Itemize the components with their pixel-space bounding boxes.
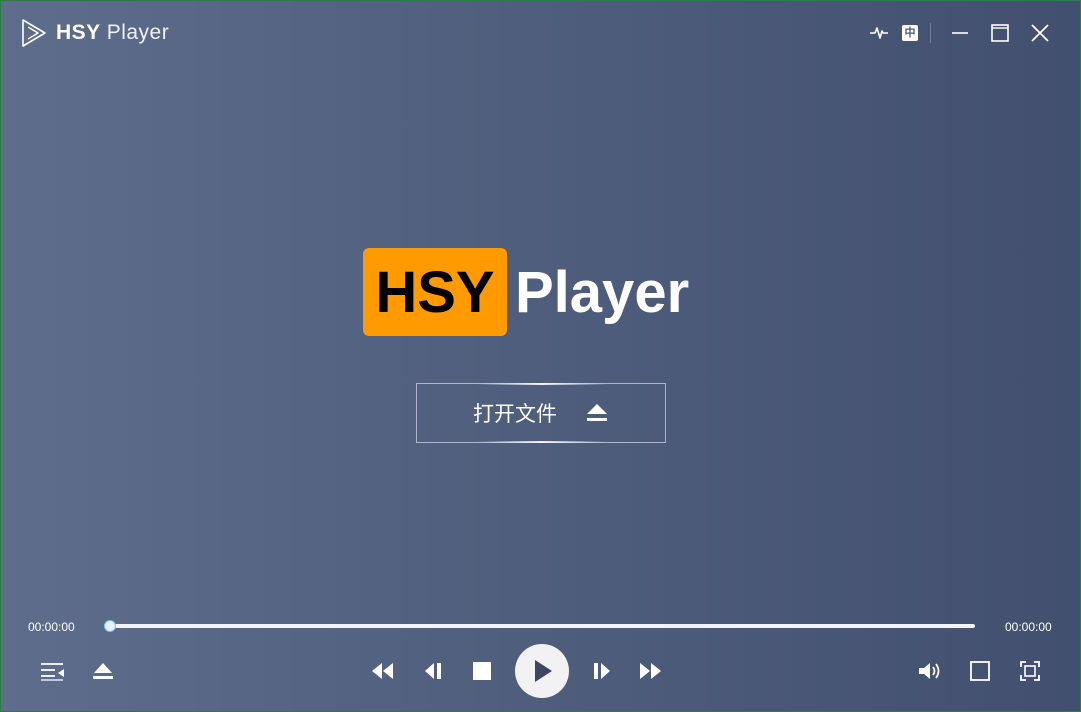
fast-forward-icon: [640, 663, 661, 679]
hero-logo-box: HSY: [363, 248, 507, 336]
title-bar[interactable]: HSY Player 中: [1, 1, 1080, 65]
open-file-label: 打开文件: [473, 402, 557, 426]
hero-logo: HSY Player: [363, 248, 689, 336]
eject-icon: [587, 404, 607, 421]
waveform-icon[interactable]: [867, 21, 891, 45]
player-window: HSY Player 中 HSY Player 打开文件 00:00:00 00…: [0, 0, 1081, 712]
stop-button[interactable]: [469, 658, 495, 684]
maximize-button[interactable]: [988, 21, 1012, 45]
minimize-icon: [952, 32, 968, 34]
fullscreen-button[interactable]: [1017, 658, 1043, 684]
app-title-bold: HSY: [56, 21, 101, 44]
titlebar-divider: [930, 23, 931, 43]
next-frame-icon: [594, 663, 610, 679]
app-title: HSY Player: [56, 21, 169, 45]
progress-thumb[interactable]: [104, 620, 116, 632]
fullscreen-icon: [1020, 661, 1040, 681]
stop-icon: [473, 662, 491, 680]
lang-label: 中: [902, 25, 918, 41]
maximize-icon: [991, 24, 1009, 42]
total-time: 00:00:00: [1005, 620, 1052, 634]
progress-track[interactable]: [109, 624, 975, 628]
previous-frame-button[interactable]: [419, 658, 447, 684]
chinese-language-icon[interactable]: 中: [898, 21, 922, 45]
window-mode-button[interactable]: [967, 658, 993, 684]
fast-forward-button[interactable]: [637, 658, 665, 684]
eject-button[interactable]: [89, 658, 117, 684]
playlist-icon: [41, 663, 64, 681]
eject-icon: [93, 663, 113, 679]
previous-frame-icon: [425, 663, 441, 679]
close-button[interactable]: [1028, 21, 1052, 45]
rewind-icon: [372, 663, 393, 679]
play-button[interactable]: [515, 644, 569, 698]
app-logo-icon: [22, 19, 46, 47]
app-title-light: Player: [106, 21, 170, 44]
volume-icon: [919, 663, 940, 679]
next-frame-button[interactable]: [588, 658, 616, 684]
minimize-button[interactable]: [948, 21, 972, 45]
close-icon: [1031, 24, 1049, 42]
window-mode-icon: [970, 661, 990, 681]
rewind-button[interactable]: [368, 658, 396, 684]
open-file-button[interactable]: 打开文件: [416, 383, 666, 443]
hero-logo-text: Player: [515, 259, 690, 325]
play-icon: [535, 660, 552, 682]
elapsed-time: 00:00:00: [28, 620, 75, 634]
playlist-button[interactable]: [37, 658, 67, 684]
volume-button[interactable]: [915, 658, 945, 684]
